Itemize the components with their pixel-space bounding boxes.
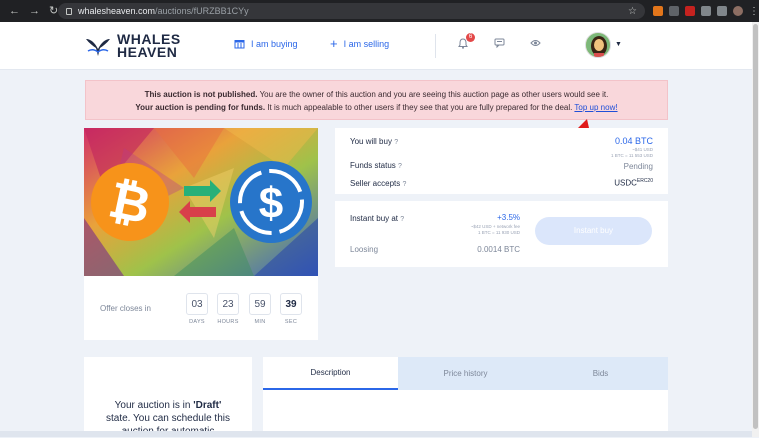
nav-buying-label: I am buying (251, 39, 298, 49)
timer-minutes-unit: MIN (254, 319, 266, 325)
nav-selling-label: I am selling (343, 39, 390, 49)
help-icon[interactable]: ? (398, 163, 402, 170)
profile-icon[interactable] (733, 6, 743, 16)
owner-alert: This auction is not published. You are t… (85, 80, 668, 120)
you-will-buy-row: You will buy ? (350, 137, 398, 146)
seller-accepts-network: ERC20 (636, 178, 653, 184)
star-icon[interactable]: ☆ (628, 6, 637, 17)
help-icon[interactable]: ? (402, 181, 406, 188)
timer-minutes: 59 MIN (249, 293, 271, 325)
seller-accepts-row: Seller accepts ? (350, 179, 406, 188)
funds-status-value: Pending (623, 162, 653, 171)
auction-image-art: ₿ $ (84, 128, 318, 276)
instant-buy-rate: 1 BTC = 11 930 USD (477, 230, 520, 235)
extensions-bar: ⋮ (653, 6, 759, 17)
loosing-label: Loosing (350, 245, 379, 254)
timer-hours: 23 HOURS (217, 293, 239, 325)
kebab-menu-icon[interactable]: ⋮ (749, 6, 759, 17)
extension-icon[interactable] (669, 6, 679, 16)
top-up-link[interactable]: Top up now! (574, 103, 617, 112)
arrow-right-icon[interactable]: → (29, 5, 40, 17)
timer-seconds: 39 SEC (280, 293, 302, 325)
browser-nav: ← → ↻ (0, 5, 58, 17)
timer-hours-value: 23 (217, 293, 239, 315)
bottom-band (0, 431, 752, 437)
seller-accepts-value: USDCERC20 (614, 178, 653, 188)
draft-status-card: Your auction is in 'Draft' state. You ca… (84, 357, 252, 437)
draft-line-2: state. You can schedule this (106, 413, 230, 424)
tab-content (263, 390, 668, 437)
metamask-icon[interactable] (653, 6, 663, 16)
whale-tail-icon (86, 39, 110, 56)
eye-icon[interactable] (530, 38, 541, 48)
alert-line-1-bold: This auction is not published. (144, 90, 258, 99)
plus-icon: + (330, 36, 338, 51)
timer-days-value: 03 (186, 293, 208, 315)
lock-icon (66, 7, 72, 15)
you-will-buy-value: 0.04 BTC (614, 136, 653, 146)
alert-line-1: This auction is not published. You are t… (86, 88, 667, 101)
auction-image: ₿ $ (84, 128, 318, 276)
funds-status-label: Funds status (350, 161, 396, 170)
timer-days: 03 DAYS (186, 293, 208, 325)
alert-line-2-text: It is much appealable to other users if … (265, 103, 573, 112)
nav-selling[interactable]: + I am selling (330, 36, 390, 51)
instant-buy-row: Instant buy at ? (350, 214, 404, 223)
nav-divider (435, 34, 436, 58)
alert-line-1-text: You are the owner of this auction and yo… (257, 90, 609, 99)
url-host: whalesheaven.com (78, 6, 156, 16)
instant-buy-label: Instant buy at (350, 214, 399, 223)
address-bar[interactable]: whalesheaven.com /auctions/fURZBB1CYy ☆ (58, 3, 645, 19)
extension-badge-icon[interactable] (685, 6, 695, 16)
seller-accepts-label: Seller accepts (350, 179, 401, 188)
reload-icon[interactable]: ↻ (49, 5, 58, 17)
tab-description[interactable]: Description (263, 357, 398, 390)
tab-price-history[interactable]: Price history (398, 357, 533, 390)
logo[interactable]: WHALES HEAVEN (85, 32, 181, 60)
browser-toolbar: ← → ↻ whalesheaven.com /auctions/fURZBB1… (0, 0, 759, 22)
seller-accepts-token: USDC (614, 178, 637, 188)
timer-seconds-unit: SEC (284, 319, 298, 325)
site-header: WHALES HEAVEN I am buying + I am selling… (0, 22, 752, 70)
timer-card: Offer closes in 03 DAYS 23 HOURS 59 MIN … (84, 276, 318, 340)
offer-closes-label: Offer closes in (100, 304, 151, 313)
timer-days-unit: DAYS (189, 319, 205, 325)
you-will-buy-label: You will buy (350, 137, 392, 146)
logo-text: WHALES HEAVEN (117, 32, 181, 60)
alert-line-2: Your auction is pending for funds. It is… (86, 101, 667, 114)
notification-badge: 6 (466, 33, 475, 42)
help-icon[interactable]: ? (394, 139, 398, 146)
btc-rate: 1 BTC = 11 553 USD (610, 153, 653, 158)
scrollbar[interactable] (752, 22, 759, 437)
arrow-left-icon[interactable]: ← (9, 5, 20, 17)
chat-icon[interactable] (494, 38, 505, 48)
chevron-down-icon[interactable]: ▼ (615, 41, 622, 48)
timer-seconds-value: 39 (280, 293, 302, 315)
auction-tabs: Description Price history Bids (263, 357, 668, 390)
puzzle-icon[interactable] (701, 6, 711, 16)
avatar-image (586, 33, 610, 57)
deal-info-card: You will buy ? 0.04 BTC ~$41 USD 1 BTC =… (335, 128, 668, 194)
avatar[interactable] (585, 32, 611, 58)
alert-line-2-bold: Your auction is pending for funds. (135, 103, 266, 112)
logo-line2: HEAVEN (117, 44, 178, 60)
svg-text:$: $ (259, 179, 283, 228)
funds-status-row: Funds status ? (350, 161, 402, 170)
timer-hours-unit: HOURS (217, 319, 239, 325)
draft-line-1: Your auction is in (114, 400, 194, 411)
instant-buy-card: Instant buy at ? +3.5% ~$42 USD + networ… (335, 201, 668, 267)
timer-minutes-value: 59 (249, 293, 271, 315)
url-path: /auctions/fURZBB1CYy (155, 6, 249, 16)
loosing-value: 0.0014 BTC (477, 245, 520, 254)
instant-buy-button[interactable]: Instant buy (535, 217, 652, 245)
scrollbar-thumb[interactable] (753, 24, 758, 429)
help-icon[interactable]: ? (400, 216, 404, 223)
tab-bids[interactable]: Bids (533, 357, 668, 390)
instant-buy-percent: +3.5% (497, 213, 520, 222)
draft-state: 'Draft' (193, 400, 222, 411)
nav-buying[interactable]: I am buying (234, 39, 298, 49)
playlist-icon[interactable] (717, 6, 727, 16)
building-icon (234, 40, 245, 49)
